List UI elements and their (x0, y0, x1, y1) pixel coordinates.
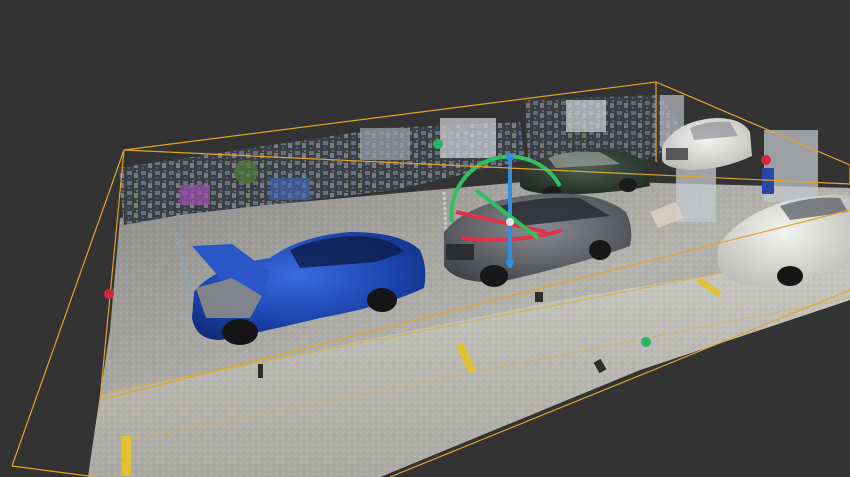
point-cloud-scene[interactable] (0, 0, 850, 477)
handle-red-right[interactable] (761, 155, 771, 165)
gizmo-y-tip[interactable] (506, 153, 514, 161)
floor-marker (258, 364, 263, 378)
plant-point-cloud (234, 160, 258, 184)
3d-viewport[interactable] (0, 0, 850, 477)
handle-red-left[interactable] (104, 289, 114, 299)
gizmo-y-tip[interactable] (506, 258, 514, 266)
bounding-box-edge[interactable] (11, 465, 97, 477)
equipment-cabinet (360, 128, 410, 160)
rig-point-cloud (762, 168, 774, 194)
floor-marker (122, 436, 131, 476)
handle-green-bottom[interactable] (641, 337, 651, 347)
handle-green-top[interactable] (433, 139, 443, 149)
floor-marker (535, 292, 543, 302)
gizmo-center[interactable] (506, 218, 514, 226)
equipment-cabinet (270, 178, 310, 200)
equipment-cabinet (566, 100, 606, 132)
equipment-cabinet (440, 118, 496, 158)
equipment-cabinet (180, 185, 210, 205)
